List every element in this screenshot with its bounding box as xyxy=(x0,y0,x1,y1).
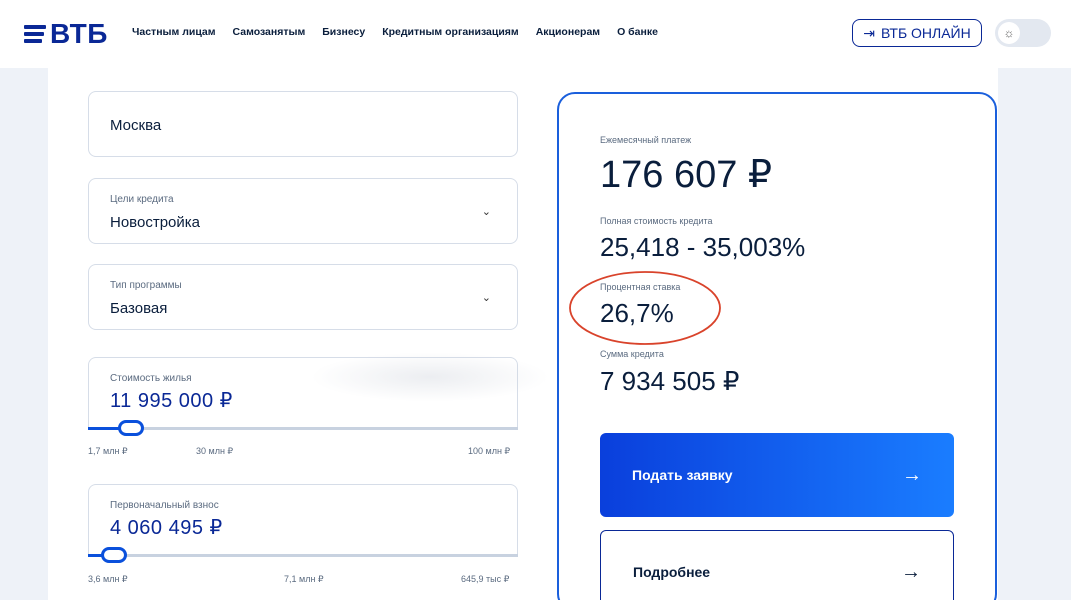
property-cost-label: Стоимость жилья xyxy=(110,373,192,384)
loan-amount-label: Сумма кредита xyxy=(600,349,664,359)
down-payment-label: Первоначальный взнос xyxy=(110,500,219,511)
sun-icon: ☼ xyxy=(998,22,1020,44)
logo-text: ВТБ xyxy=(50,18,108,49)
nav-selfemployed[interactable]: Самозанятым xyxy=(233,26,306,38)
psk-label: Полная стоимость кредита xyxy=(600,216,713,226)
arrow-right-icon: → xyxy=(901,560,921,583)
program-label: Тип программы xyxy=(110,280,182,291)
apply-button-label: Подать заявку xyxy=(632,467,733,483)
down-payment-tick-max: 645,9 тыс ₽ xyxy=(461,574,510,584)
purpose-select[interactable]: Цели кредита Новостройка ⌄ xyxy=(88,178,518,244)
down-payment-tick-min: 3,6 млн ₽ xyxy=(88,574,128,584)
monthly-payment-label: Ежемесячный платеж xyxy=(600,135,692,145)
blur-artifact xyxy=(310,352,550,402)
main-nav: Частным лицам Самозанятым Бизнесу Кредит… xyxy=(132,26,658,38)
arrow-right-icon: → xyxy=(902,463,922,486)
annotation-circle xyxy=(569,271,721,345)
down-payment-tick-mid: 7,1 млн ₽ xyxy=(284,574,324,584)
details-button[interactable]: Подробнее → xyxy=(600,530,954,600)
chevron-down-icon: ⌄ xyxy=(481,292,491,304)
site-header: ВТБ Частным лицам Самозанятым Бизнесу Кр… xyxy=(0,0,1071,68)
down-payment-track xyxy=(88,554,518,557)
property-cost-tick-mid: 30 млн ₽ xyxy=(196,446,234,456)
vtb-online-label: ВТБ ОНЛАЙН xyxy=(881,25,971,41)
property-cost-track xyxy=(88,427,518,430)
down-payment-slider-handle[interactable] xyxy=(101,547,127,563)
loan-amount-value: 7 934 505 ₽ xyxy=(600,366,740,396)
property-cost-tick-min: 1,7 млн ₽ xyxy=(88,446,128,456)
program-select[interactable]: Тип программы Базовая ⌄ xyxy=(88,264,518,330)
nav-about[interactable]: О банке xyxy=(617,26,658,38)
chevron-down-icon: ⌄ xyxy=(481,206,491,218)
apply-button[interactable]: Подать заявку → xyxy=(600,433,954,517)
property-cost-slider-handle[interactable] xyxy=(118,420,144,436)
city-value: Москва xyxy=(110,117,162,134)
psk-value: 25,418 - 35,003% xyxy=(600,232,806,262)
down-payment-field[interactable]: Первоначальный взнос 4 060 495 ₽ xyxy=(88,484,518,556)
details-button-label: Подробнее xyxy=(633,564,711,580)
theme-toggle[interactable]: ☼ xyxy=(995,19,1051,47)
property-cost-value: 11 995 000 ₽ xyxy=(110,390,233,412)
property-cost-tick-max: 100 млн ₽ xyxy=(468,446,511,456)
nav-shareholders[interactable]: Акционерам xyxy=(536,26,600,38)
nav-credit-orgs[interactable]: Кредитным организациям xyxy=(382,26,518,38)
purpose-value: Новостройка xyxy=(110,214,200,231)
vtb-logo[interactable]: ВТБ xyxy=(24,16,108,52)
down-payment-value: 4 060 495 ₽ xyxy=(110,517,223,539)
program-value: Базовая xyxy=(110,300,168,317)
nav-business[interactable]: Бизнесу xyxy=(322,26,365,38)
login-arrow-icon: ⇥ xyxy=(863,24,875,41)
purpose-label: Цели кредита xyxy=(110,194,174,205)
nav-private[interactable]: Частным лицам xyxy=(132,26,216,38)
city-field[interactable]: Москва xyxy=(88,91,518,157)
vtb-online-button[interactable]: ⇥ ВТБ ОНЛАЙН xyxy=(852,19,982,47)
logo-stripes-icon xyxy=(24,25,46,43)
monthly-payment-value: 176 607 ₽ xyxy=(600,154,773,196)
